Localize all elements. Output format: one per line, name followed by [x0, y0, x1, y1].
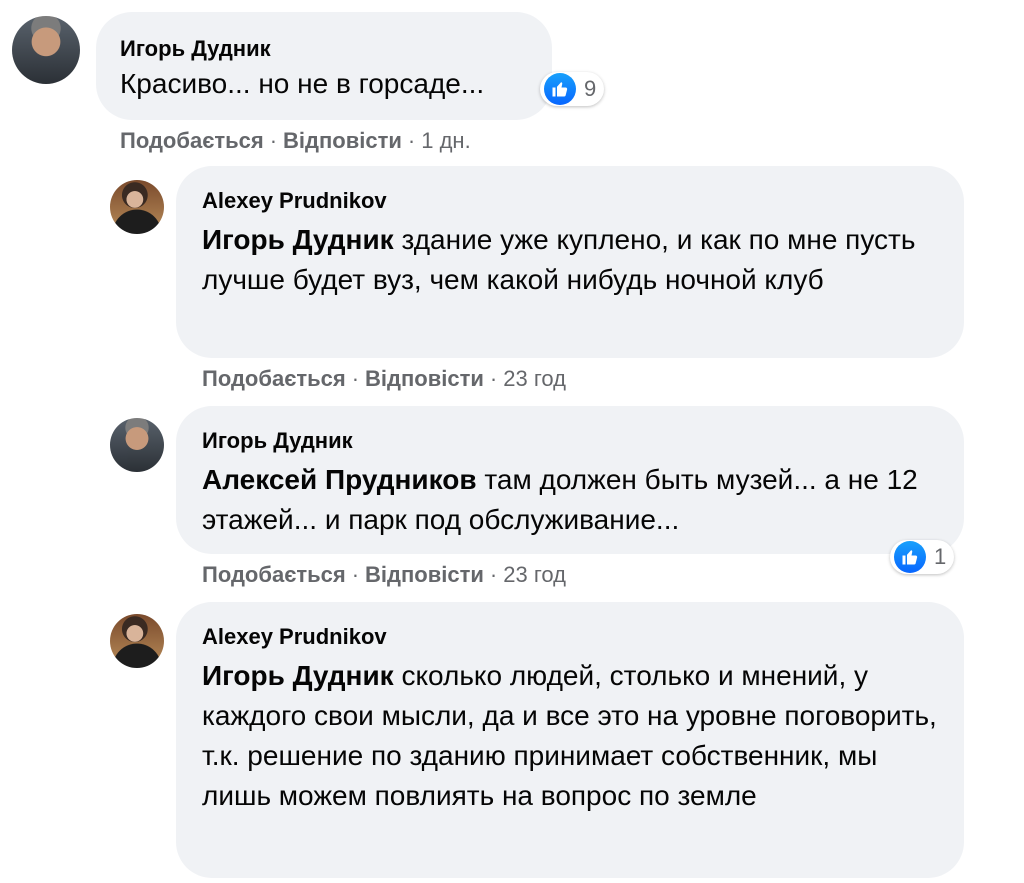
comment-author[interactable]: Alexey Prudnikov — [202, 624, 940, 650]
comment-author[interactable]: Alexey Prudnikov — [202, 188, 940, 214]
avatar[interactable] — [110, 180, 164, 234]
like-icon — [894, 541, 926, 573]
like-icon — [544, 73, 576, 105]
comment-actions: Подобається · Відповісти · 23 год — [202, 562, 566, 587]
mention-link[interactable]: Алексей Прудников — [202, 464, 477, 495]
comment-author[interactable]: Игорь Дудник — [202, 428, 940, 454]
comment-actions: Подобається · Відповісти · 23 год — [202, 366, 566, 391]
timestamp[interactable]: 1 дн. — [421, 128, 470, 153]
comment-bubble: Alexey Prudnikov Игорь Дудник сколько лю… — [176, 602, 964, 878]
comment-actions: Подобається · Відповісти · 1 дн. — [120, 128, 471, 153]
comment-bubble: Игорь Дудник Красиво... но не в горсаде.… — [96, 12, 552, 120]
comment-bubble: Игорь Дудник Алексей Прудников там долже… — [176, 406, 964, 554]
comment-text: Красиво... но не в горсаде... — [120, 68, 485, 99]
reaction-count: 9 — [584, 76, 597, 101]
reply-button[interactable]: Відповісти — [365, 562, 484, 587]
avatar[interactable] — [12, 16, 80, 84]
like-button[interactable]: Подобається — [202, 562, 346, 587]
mention-link[interactable]: Игорь Дудник — [202, 660, 394, 691]
timestamp[interactable]: 23 год — [503, 366, 566, 391]
reaction-summary[interactable]: 9 — [540, 72, 605, 106]
reaction-count: 1 — [934, 544, 947, 569]
comment-text: Игорь Дудник сколько людей, столько и мн… — [202, 656, 940, 816]
comment-text: Алексей Прудников там должен быть музей.… — [202, 460, 940, 540]
like-button[interactable]: Подобається — [202, 366, 346, 391]
reply-button[interactable]: Відповісти — [365, 366, 484, 391]
reaction-summary[interactable]: 1 — [890, 540, 955, 574]
mention-link[interactable]: Игорь Дудник — [202, 224, 394, 255]
avatar[interactable] — [110, 614, 164, 668]
like-button[interactable]: Подобається — [120, 128, 264, 153]
comment-author[interactable]: Игорь Дудник — [120, 36, 528, 62]
timestamp[interactable]: 23 год — [503, 562, 566, 587]
comment-bubble: Alexey Prudnikov Игорь Дудник здание уже… — [176, 166, 964, 358]
reply-button[interactable]: Відповісти — [283, 128, 402, 153]
comment-text: Игорь Дудник здание уже куплено, и как п… — [202, 220, 940, 300]
avatar[interactable] — [110, 418, 164, 472]
